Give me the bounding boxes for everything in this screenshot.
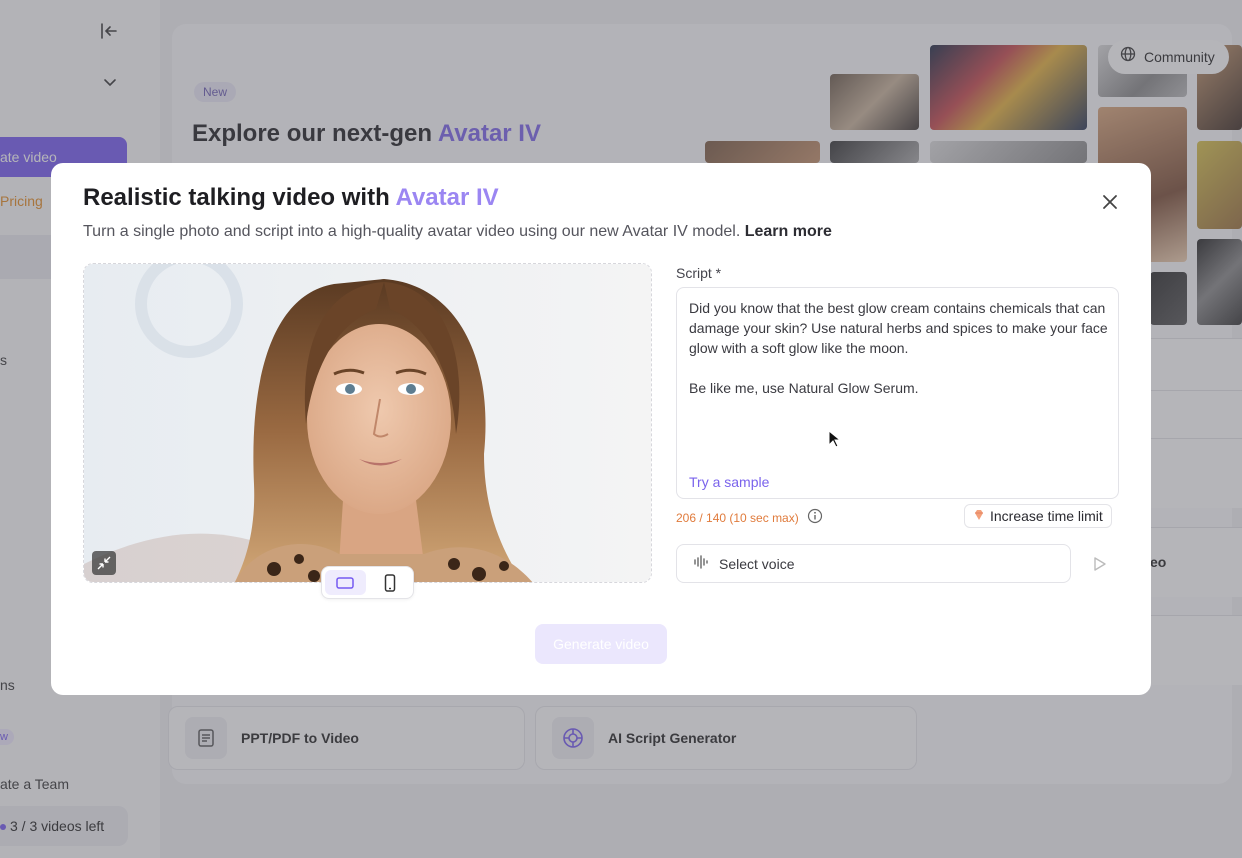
script-textarea[interactable]: Did you know that the best glow cream co… [676,287,1119,499]
modal-subtitle: Turn a single photo and script into a hi… [83,223,832,241]
generate-video-button[interactable]: Generate video [535,624,667,664]
character-count-text: 206 / 140 (10 sec max) [676,510,799,525]
diamond-icon [973,508,985,524]
info-icon[interactable] [807,508,823,527]
orientation-toggle [321,566,414,599]
modal-title: Realistic talking video with Avatar IV [83,184,499,212]
character-count: 206 / 140 (10 sec max) [676,508,823,527]
try-sample-link[interactable]: Try a sample [689,474,769,490]
waveform-icon [693,555,709,572]
script-text[interactable]: Did you know that the best glow cream co… [689,298,1109,398]
avatar-photo-upload[interactable] [83,263,652,583]
cursor-icon [828,429,842,448]
select-voice-placeholder: Select voice [719,555,795,572]
increase-time-limit-button[interactable]: Increase time limit [964,504,1112,528]
script-label: Script * [676,265,722,281]
close-icon[interactable] [1099,191,1121,213]
portrait-icon[interactable] [370,570,411,595]
select-voice-dropdown[interactable]: Select voice [676,544,1071,583]
learn-more-link[interactable]: Learn more [745,223,832,240]
landscape-icon[interactable] [325,570,366,595]
increase-time-limit-label: Increase time limit [990,508,1103,524]
avatar-iv-modal: Realistic talking video with Avatar IV T… [51,163,1151,695]
minimize-icon[interactable] [92,551,116,575]
modal-title-prefix: Realistic talking video with [83,184,396,211]
play-icon[interactable] [1090,555,1108,573]
modal-subtitle-text: Turn a single photo and script into a hi… [83,223,745,240]
modal-title-accent: Avatar IV [395,184,499,211]
avatar-photo [84,264,651,582]
